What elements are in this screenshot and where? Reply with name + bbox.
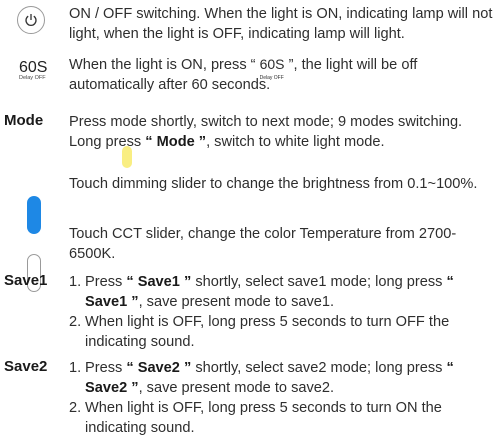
save2-instructions: 1. Press “ Save2 ” shortly, select save2 …: [69, 358, 495, 438]
cct-description: Touch CCT slider, change the color Tempe…: [69, 226, 457, 262]
text: When light is OFF, long press 5 seconds …: [85, 400, 442, 436]
text: shortly, select save2 mode; long press: [191, 360, 447, 376]
bold-text: “ Save2 ”: [126, 360, 192, 376]
mode-description: Press mode shortly, switch to next mode;…: [69, 112, 495, 152]
list-item-number: 2.: [69, 314, 82, 330]
power-description: ON / OFF switching. When the light is ON…: [69, 6, 493, 42]
text: , save present mode to save1.: [138, 294, 335, 310]
brightness-slider-icon[interactable]: [27, 196, 41, 234]
list-item-number: 1.: [69, 274, 82, 290]
power-button[interactable]: [17, 6, 45, 34]
text: Press: [85, 274, 127, 290]
text: Press: [85, 360, 127, 376]
mode-text-2: , switch to white light mode.: [206, 134, 385, 150]
save2-label[interactable]: Save2: [4, 358, 47, 375]
delay-inline-label: 60S Delay OFF: [260, 54, 285, 81]
list-item-number: 1.: [69, 360, 82, 376]
bold-text: “ Save1 ”: [126, 274, 192, 290]
dimming-description: Touch dimming slider to change the brigh…: [69, 176, 478, 192]
save1-label[interactable]: Save1: [4, 272, 47, 289]
save1-instructions: 1. Press “ Save1 ” shortly, select save1 …: [69, 272, 495, 352]
mode-label[interactable]: Mode: [4, 112, 43, 129]
text: shortly, select save1 mode; long press: [191, 274, 447, 290]
text: When light is OFF, long press 5 seconds …: [85, 314, 450, 350]
list-item: 2. When light is OFF, long press 5 second…: [69, 312, 495, 352]
text: , save present mode to save2.: [138, 380, 335, 396]
delay-off-sublabel: Delay OFF: [19, 75, 46, 81]
delay-description: When the light is ON, press “ 60S Delay O…: [69, 54, 495, 95]
power-icon: [25, 14, 37, 26]
list-item-number: 2.: [69, 400, 82, 416]
touch-knob-icon: [122, 146, 132, 168]
delay-text-before: When the light is ON, press “: [69, 57, 256, 73]
mode-bold: “ Mode ”: [145, 134, 207, 150]
list-item: 2. When light is OFF, long press 5 second…: [69, 398, 495, 438]
delay-inline-sub: Delay OFF: [259, 75, 284, 81]
list-item: 1. Press “ Save1 ” shortly, select save1 …: [69, 272, 495, 312]
list-item: 1. Press “ Save2 ” shortly, select save2 …: [69, 358, 495, 398]
